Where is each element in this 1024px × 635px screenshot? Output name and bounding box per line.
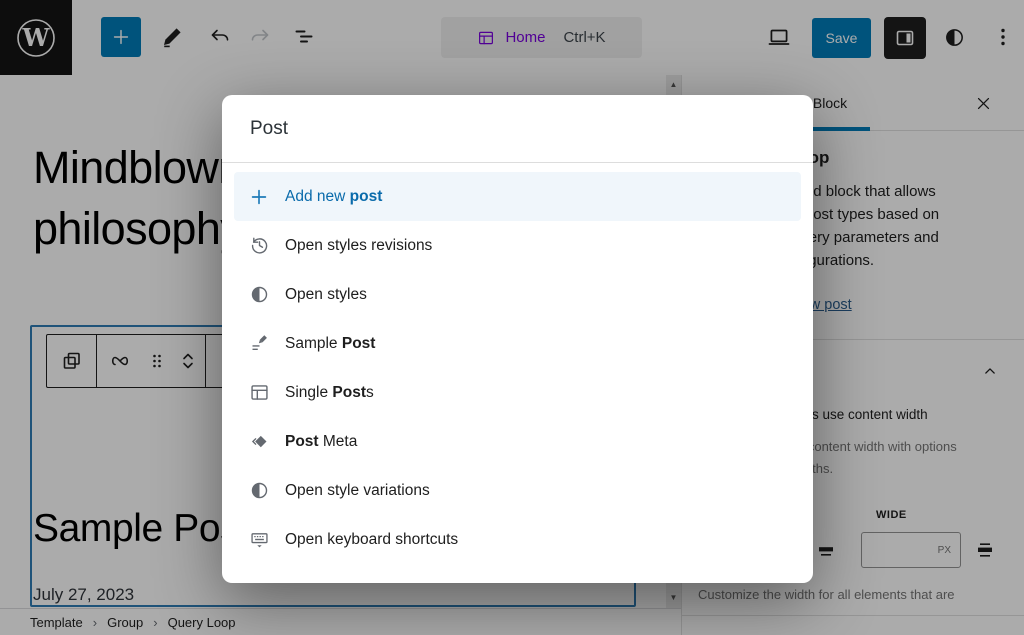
contrast-icon: [247, 479, 271, 503]
command-item[interactable]: Open styles revisions: [234, 221, 801, 270]
command-palette: Add new post Open styles revisions Open st…: [222, 95, 813, 583]
site-editor-screen: W: [0, 0, 1024, 635]
command-item-label: Add new post: [285, 188, 382, 206]
command-item[interactable]: Post Meta: [234, 417, 801, 466]
command-list: Add new post Open styles revisions Open st…: [222, 163, 813, 573]
command-item[interactable]: Open styles: [234, 270, 801, 319]
command-item-label: Open keyboard shortcuts: [285, 531, 458, 549]
command-item-label: Sample Post: [285, 335, 375, 353]
plus-icon: [247, 185, 271, 209]
command-item[interactable]: Sample Post: [234, 319, 801, 368]
command-item[interactable]: Open style variations: [234, 466, 801, 515]
command-item-label: Open styles: [285, 286, 367, 304]
command-item[interactable]: Add new post: [234, 172, 801, 221]
template-icon: [247, 381, 271, 405]
post-icon: [247, 332, 271, 356]
history-icon: [247, 234, 271, 258]
command-item[interactable]: Single Posts: [234, 368, 801, 417]
contrast-icon: [247, 283, 271, 307]
command-search-input[interactable]: [248, 117, 787, 141]
command-search: [222, 95, 813, 163]
command-item-label: Open styles revisions: [285, 237, 432, 255]
command-item-label: Open style variations: [285, 482, 430, 500]
command-item[interactable]: Open keyboard shortcuts: [234, 515, 801, 564]
keyboard-icon: [247, 528, 271, 552]
command-item-label: Single Posts: [285, 384, 374, 402]
block-meta-icon: [247, 430, 271, 454]
command-item-label: Post Meta: [285, 433, 357, 451]
